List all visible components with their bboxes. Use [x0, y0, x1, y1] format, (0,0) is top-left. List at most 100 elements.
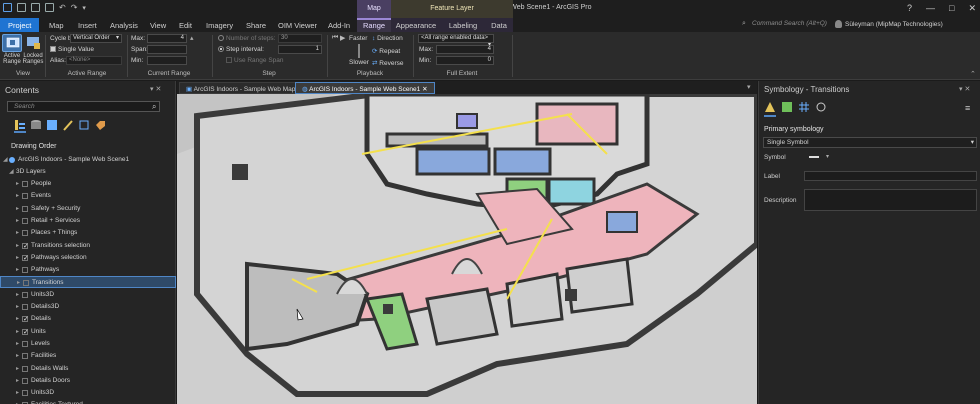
expand-icon[interactable]: ▸	[16, 227, 19, 239]
tab-labeling[interactable]: Labeling	[441, 18, 485, 32]
scene-view[interactable]	[177, 94, 757, 404]
layer-row[interactable]: ▸ Details	[0, 313, 176, 326]
label-input[interactable]	[804, 171, 977, 181]
layer-row[interactable]: ▸ People	[0, 178, 176, 190]
layer-visibility-checkbox[interactable]	[22, 304, 28, 310]
layer-row[interactable]: ▸ Levels	[0, 338, 176, 350]
layer-visibility-checkbox[interactable]	[22, 365, 28, 372]
layer-visibility-checkbox[interactable]	[22, 327, 29, 339]
expand-icon[interactable]: ▸	[16, 350, 19, 362]
signed-in-user[interactable]: Süleyman (MipMap Technologies)	[845, 21, 943, 28]
close-button[interactable]: ✕	[968, 3, 976, 14]
reverse-button[interactable]: ⇄ Reverse	[372, 59, 403, 67]
expand-icon[interactable]: ▸	[17, 277, 20, 289]
layer-row[interactable]: ▸ Transitions selection	[0, 240, 176, 253]
search-icon[interactable]: ⌕	[152, 102, 156, 112]
tab-project[interactable]: Project	[0, 18, 40, 32]
layer-visibility-checkbox[interactable]	[22, 314, 29, 326]
layer-visibility-checkbox[interactable]	[22, 267, 28, 274]
layer-row[interactable]: ▸ Details Walls	[0, 363, 176, 375]
maximize-button[interactable]: □	[949, 3, 954, 14]
expand-icon[interactable]: ▸	[16, 240, 19, 252]
layer-visibility-checkbox[interactable]	[22, 241, 29, 253]
step-interval-input[interactable]: 1	[278, 45, 322, 54]
layer-row[interactable]: ▸ Transitions	[0, 276, 176, 289]
expand-icon[interactable]: ▸	[16, 313, 19, 325]
tab-oim-viewer[interactable]: OIM Viewer	[278, 18, 317, 32]
tab-map[interactable]: Map	[49, 18, 64, 32]
advanced-symbology-icon[interactable]	[815, 101, 827, 113]
expand-icon[interactable]: ▸	[16, 252, 19, 264]
single-value-checkbox[interactable]: Single Value	[50, 46, 94, 53]
layer-row[interactable]: ▸ Places + Things	[0, 227, 176, 239]
layer-row[interactable]: ▸ Facilities Textured	[0, 399, 176, 404]
tab-view[interactable]: View	[150, 18, 166, 32]
symbol-layer-drawing-icon[interactable]	[798, 101, 810, 113]
tab-web-map[interactable]: ▣ ArcGIS Indoors - Sample Web Map	[179, 82, 303, 94]
tab-range[interactable]: Range	[357, 18, 391, 32]
layer-visibility-checkbox[interactable]	[22, 377, 28, 384]
expand-icon[interactable]: ▸	[16, 289, 19, 301]
cycle-by-dropdown[interactable]: Vertical Order ▾	[70, 34, 122, 43]
expand-icon[interactable]: ▸	[16, 264, 19, 276]
direction-button[interactable]: ↕ Direction	[372, 35, 403, 42]
group-row[interactable]: ◢ 3D Layers	[0, 166, 176, 178]
primary-symbology-icon[interactable]	[764, 101, 776, 113]
active-range-button[interactable]	[2, 34, 22, 52]
layer-visibility-checkbox[interactable]	[22, 390, 28, 397]
list-by-data-source-icon[interactable]	[30, 119, 42, 131]
layer-visibility-checkbox[interactable]	[22, 230, 28, 237]
alias-dropdown[interactable]: <None>	[66, 56, 122, 65]
collapse-ribbon-icon[interactable]: ⌃	[970, 70, 976, 78]
tab-imagery[interactable]: Imagery	[206, 18, 233, 32]
layer-row[interactable]: ▸ Pathways	[0, 264, 176, 276]
tab-data[interactable]: Data	[485, 18, 513, 32]
layer-visibility-checkbox[interactable]	[22, 253, 29, 265]
expand-icon[interactable]: ▸	[16, 301, 19, 313]
layer-row[interactable]: ▸ Details3D	[0, 301, 176, 313]
layer-row[interactable]: ▸ Pathways selection	[0, 252, 176, 265]
repeat-button[interactable]: ⟳ Repeat	[372, 47, 400, 55]
layer-visibility-checkbox[interactable]	[22, 205, 28, 212]
min-input[interactable]	[147, 56, 187, 65]
list-by-snapping-icon[interactable]	[78, 119, 90, 131]
collapse-icon[interactable]: ◢	[9, 166, 14, 178]
tab-share[interactable]: Share	[246, 18, 266, 32]
scene-row[interactable]: ◢ ArcGIS Indoors - Sample Web Scene1	[0, 154, 176, 166]
max-input[interactable]: 4	[147, 34, 187, 43]
number-of-steps-input[interactable]: 30	[278, 34, 322, 43]
layer-row[interactable]: ▸ Retail + Services	[0, 215, 176, 227]
tab-edit[interactable]: Edit	[179, 18, 192, 32]
expand-icon[interactable]: ▸	[16, 326, 19, 338]
vary-symbology-icon[interactable]	[781, 101, 793, 113]
layer-row[interactable]: ▸ Units3D	[0, 387, 176, 399]
close-icon[interactable]: ✕	[422, 86, 427, 93]
tab-list-icon[interactable]: ▾	[747, 83, 751, 91]
layer-visibility-checkbox[interactable]	[22, 291, 28, 298]
use-range-span-checkbox[interactable]: Use Range Span	[226, 57, 284, 64]
list-by-selection-icon[interactable]	[46, 119, 58, 131]
speed-slider[interactable]	[358, 44, 360, 58]
layer-visibility-checkbox[interactable]	[22, 217, 28, 224]
faster-button[interactable]: Faster	[349, 35, 367, 42]
indoor-3d-scene[interactable]	[177, 94, 757, 404]
collapse-icon[interactable]: ◢	[3, 154, 8, 166]
minimize-button[interactable]: —	[926, 3, 935, 14]
tab-insert[interactable]: Insert	[78, 18, 97, 32]
expand-icon[interactable]: ▸	[16, 375, 19, 387]
renderer-dropdown[interactable]: Single Symbol ▾	[763, 137, 977, 148]
chevron-down-icon[interactable]: ▾	[826, 153, 829, 160]
expand-icon[interactable]: ▸	[16, 387, 19, 399]
layer-row[interactable]: ▸ Units	[0, 326, 176, 339]
expand-icon[interactable]: ▸	[16, 399, 19, 404]
contents-search-input[interactable]: Search	[7, 101, 160, 112]
layer-visibility-checkbox[interactable]	[22, 193, 28, 200]
full-extent-dropdown[interactable]: <All range enabled data>▾	[418, 34, 494, 48]
current-range-lock-icon[interactable]: ▴	[190, 34, 194, 42]
layer-row[interactable]: ▸ Safety + Security	[0, 203, 176, 215]
expand-icon[interactable]: ▸	[16, 190, 19, 202]
play-backward-icon[interactable]: ⏮	[332, 34, 338, 42]
pane-options-icon[interactable]: ▾ ✕	[959, 85, 970, 93]
layer-row[interactable]: ▸ Details Doors	[0, 375, 176, 387]
step-interval-option[interactable]: Step interval:	[218, 46, 264, 53]
